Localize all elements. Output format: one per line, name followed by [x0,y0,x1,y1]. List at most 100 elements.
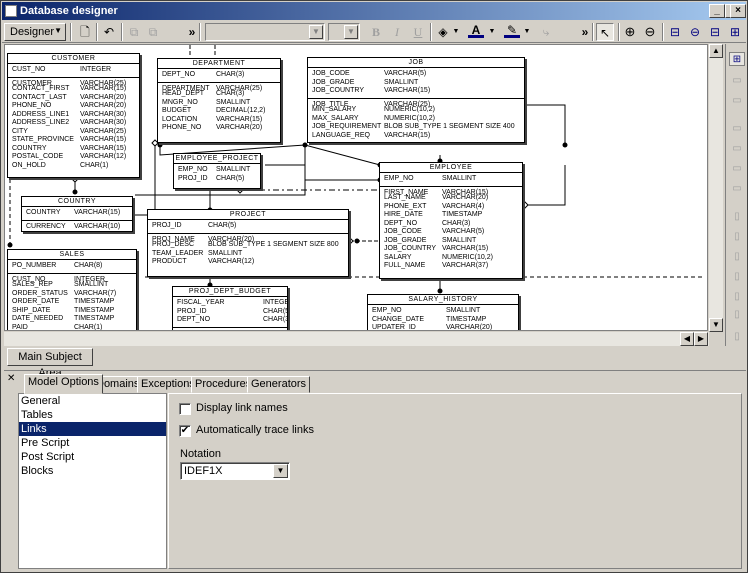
entity-job[interactable]: JOB JOB_CODE VARCHAR(5) JOB_GRADE SMALLINT JO… [307,57,525,143]
align-top-icon[interactable]: ▭ [729,142,745,156]
entity-column-row[interactable]: COUNTRY VARCHAR(15) [8,145,139,154]
entity-column-row[interactable]: DATE_NEEDED TIMESTAMP [8,315,136,324]
scroll-down-icon[interactable]: ▼ [709,318,723,332]
tab-model-options[interactable]: Model Options [24,374,103,394]
entity-column-row[interactable]: JOB_GRADE SMALLINT [308,79,524,88]
entity-column-row[interactable]: JOB_CODE VARCHAR(5) [380,228,522,237]
entity-column-row[interactable]: DEPT_NO CHAR(3) [158,71,280,80]
align-left-icon[interactable]: ▭ [729,74,745,88]
entity-column-row[interactable]: DEPARTMENT VARCHAR(25) [158,81,280,92]
copy-icon[interactable]: ⧉ [126,23,142,41]
entity-column-row[interactable]: PROJ_ID CHAR(5) [148,222,348,231]
entity-column-row[interactable]: PHONE_NO VARCHAR(20) [158,124,280,133]
display-link-names-checkbox[interactable] [179,403,191,415]
font-color-icon[interactable]: A [468,23,484,38]
align-bottom-icon[interactable]: ▭ [729,182,745,196]
entity-column-row[interactable]: ON_HOLD CHAR(1) [8,162,139,171]
chevron-down-icon[interactable]: ▼ [309,25,323,39]
option-item-general[interactable]: General [19,394,166,408]
entity-column-row[interactable]: MIN_SALARY NUMERIC(10,2) [308,106,524,115]
entity-column-row[interactable]: ORDER_STATUS VARCHAR(7) [8,290,136,299]
same-size-icon[interactable]: ▯ [729,250,745,264]
align-center-icon[interactable]: ▭ [729,94,745,108]
entity-column-row[interactable]: UPDATER_ID VARCHAR(20) [368,324,518,330]
entity-column-row[interactable]: JOB_COUNTRY VARCHAR(15) [308,87,524,96]
option-item-links[interactable]: Links [19,422,166,436]
entity-column-row[interactable]: CURRENCY VARCHAR(10) [22,219,132,230]
chevron-down-icon[interactable]: ▼ [488,23,496,41]
option-item-pre-script[interactable]: Pre Script [19,436,166,450]
entity-column-row[interactable]: SALES_REP SMALLINT [8,281,136,290]
entity-column-row[interactable]: CUSTOMER VARCHAR(25) [8,76,139,87]
entity-column-row[interactable]: CUST_NO INTEGER [8,272,136,283]
toolbar-overflow-button[interactable]: » [187,23,197,41]
tab-exceptions[interactable]: Exceptions [137,376,199,393]
entity-column-row[interactable]: PRODUCT VARCHAR(12) [148,258,348,267]
option-item-tables[interactable]: Tables [19,408,166,422]
view-object-icon[interactable]: ⊖ [687,23,703,41]
entity-column-row[interactable]: PO_NUMBER CHAR(8) [8,262,136,271]
entity-column-row[interactable]: COUNTRY VARCHAR(15) [22,209,132,218]
fill-color-icon[interactable]: ◈ [435,23,451,41]
entity-column-row[interactable]: HEAD_DEPT CHAR(3) [158,90,280,99]
entity-country[interactable]: COUNTRY COUNTRY VARCHAR(15) CURRENCY VARCHAR… [21,196,133,232]
same-height-icon[interactable]: ▯ [729,230,745,244]
entity-column-row[interactable]: CITY VARCHAR(25) [8,128,139,137]
paste-icon[interactable]: ⧉ [145,23,161,41]
entity-column-row[interactable]: PROJ_ID CHAR(5) [174,175,260,184]
italic-icon[interactable]: I [390,23,404,41]
entity-column-row[interactable]: JOB_REQUIREMENT BLOB SUB_TYPE 1 SEGMENT S… [308,123,524,132]
entity-column-row[interactable]: HIRE_DATE TIMESTAMP [380,211,522,220]
procedure-icon[interactable]: ⊟ [707,23,723,41]
entity-column-row[interactable]: CUST_NO INTEGER [8,66,139,75]
scroll-right-icon[interactable]: ▶ [694,332,708,346]
table-view-icon[interactable]: ⊟ [667,23,683,41]
option-item-blocks[interactable]: Blocks [19,464,166,478]
entity-column-row[interactable]: PROJ_NAME VARCHAR(20) [148,232,348,243]
entity-column-row[interactable]: LOCATION VARCHAR(15) [158,116,280,125]
entity-column-row[interactable]: FIRST_NAME VARCHAR(15) [380,185,522,196]
entity-column-row[interactable]: JOB_GRADE SMALLINT [380,237,522,246]
link-tool-icon[interactable]: ⊞ [727,23,743,41]
entity-column-row[interactable]: JOB_COUNTRY VARCHAR(15) [380,245,522,254]
tab-procedures[interactable]: Procedures [191,376,256,393]
snap-grid-icon[interactable]: ⊞ [729,52,745,66]
entity-column-row[interactable]: LAST_NAME VARCHAR(20) [380,194,522,203]
pointer-tool-icon[interactable]: ↖ [596,23,614,41]
entity-column-row[interactable]: STATE_PROVINCE VARCHAR(15) [8,136,139,145]
entity-column-row[interactable]: EMP_NO SMALLINT [380,175,522,184]
space-horizontal-icon[interactable]: ▯ [729,270,745,284]
entity-proj-dept-budget[interactable]: PROJ_DEPT_BUDGET FISCAL_YEAR INTEGER PROJ_I… [172,286,288,330]
zoom-in-icon[interactable]: ⊕ [622,23,638,41]
entity-column-row[interactable]: PROJ_ID CHAR(5) [173,308,287,317]
chevron-down-icon[interactable]: ▼ [344,25,358,39]
align-middle-icon[interactable]: ▭ [729,162,745,176]
new-document-icon[interactable]: 🗋 [77,23,93,41]
entity-column-row[interactable]: JOB_CODE VARCHAR(5) [308,70,524,79]
space-vertical-icon[interactable]: ▯ [729,290,745,304]
diagram-canvas[interactable]: CUSTOMER CUST_NO INTEGER CUSTOMER VARCHAR(25… [4,44,708,331]
option-category-list[interactable]: General Tables Links Pre Script Post Scr… [18,393,167,569]
entity-project[interactable]: PROJECT PROJ_ID CHAR(5) PROJ_NAME VARCHAR(20… [147,209,349,277]
close-panel-icon[interactable]: ✕ [7,373,15,384]
entity-column-row[interactable]: EMP_NO SMALLINT [368,307,518,316]
designer-menu-button[interactable]: Designer ▼ [4,23,66,41]
entity-column-row[interactable]: PROJ_DESC BLOB SUB_TYPE 1 SEGMENT SIZE 80… [148,241,348,250]
scroll-left-icon[interactable]: ◀ [680,332,694,346]
link-style-icon[interactable]: ⤷ [538,23,554,41]
chevron-down-icon[interactable]: ▼ [273,464,288,478]
entity-column-row[interactable]: MAX_SALARY NUMERIC(10,2) [308,115,524,124]
entity-column-row[interactable]: JOB_TITLE VARCHAR(25) [308,97,524,108]
entity-column-row[interactable]: ADDRESS_LINE1 VARCHAR(30) [8,111,139,120]
tab-generators[interactable]: Generators [247,376,311,393]
align-right-icon[interactable]: ▭ [729,122,745,136]
entity-column-row[interactable]: BUDGET DECIMAL(12,2) [158,107,280,116]
auto-trace-links-checkbox[interactable]: ✔ [179,425,191,437]
entity-department[interactable]: DEPARTMENT DEPT_NO CHAR(3) DEPARTMENT VARCHA… [157,58,281,143]
entity-column-row[interactable]: FISCAL_YEAR INTEGER [173,299,287,308]
chevron-down-icon[interactable]: ▼ [452,23,460,41]
vertical-scrollbar[interactable]: ▲ ▼ [709,44,723,332]
font-name-combo[interactable]: ▼ [205,23,325,41]
entity-column-row[interactable]: ORDER_DATE TIMESTAMP [8,298,136,307]
entity-column-row[interactable]: FULL_NAME VARCHAR(37) [380,262,522,271]
